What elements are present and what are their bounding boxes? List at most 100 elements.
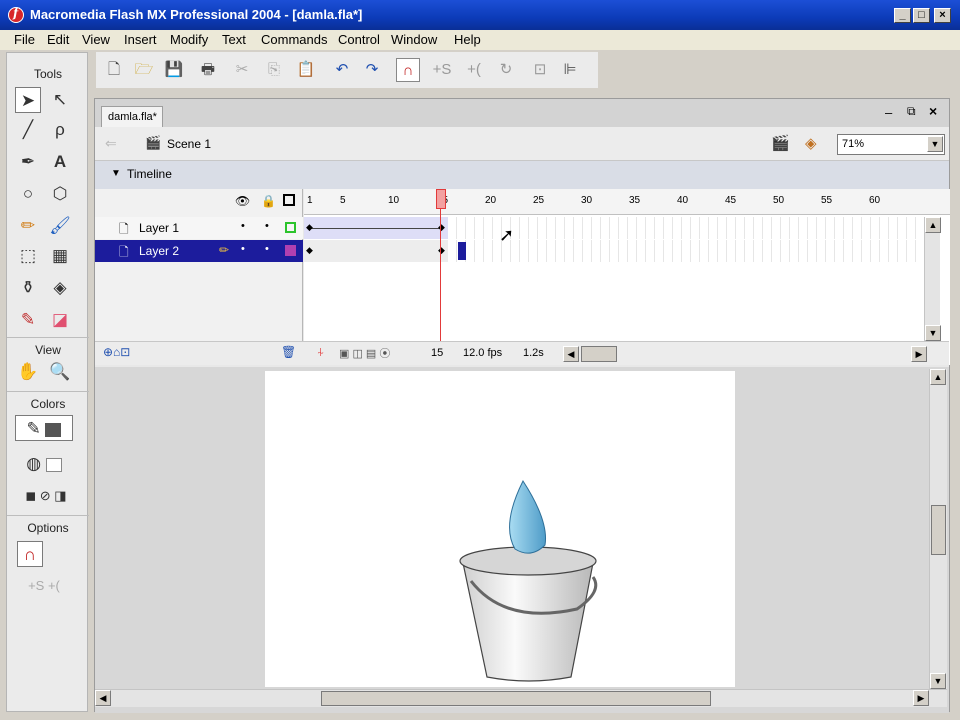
snap-to-objects-icon[interactable]: ∩ [396, 58, 420, 82]
onion-skin-icons[interactable]: ▣ ◫ ▤ ⦿ [339, 345, 390, 361]
menu-insert[interactable]: Insert [124, 32, 157, 47]
close-button[interactable]: × [934, 8, 951, 23]
collapse-triangle-icon[interactable]: ▼ [111, 168, 121, 179]
smooth-icon[interactable]: +S [430, 58, 454, 82]
lock-icon[interactable]: 🔒 [261, 194, 276, 208]
outline-icon[interactable] [283, 194, 295, 206]
playhead-handle[interactable] [436, 189, 446, 209]
brush-tool-icon[interactable]: 🖌 [47, 213, 73, 239]
doc-close-icon[interactable]: × [929, 103, 937, 119]
scene-label[interactable]: Scene 1 [167, 137, 211, 151]
zoom-dropdown-icon[interactable]: ▼ [927, 136, 943, 152]
layer-name[interactable]: Layer 2 [139, 244, 179, 258]
scene-icon: 🎬 [145, 135, 162, 150]
menu-commands[interactable]: Commands [261, 32, 327, 47]
stroke-color-icon[interactable]: ✎ [15, 415, 73, 441]
polystar-tool-icon[interactable]: ⬡ [47, 181, 73, 207]
edit-symbols-icon[interactable]: ◈ [805, 134, 817, 152]
stage-canvas[interactable] [265, 371, 735, 687]
frames-area: 1 5 10 15 20 25 30 35 40 45 50 55 60 ◆ ◆… [304, 189, 950, 365]
redo-icon[interactable]: ↷ [360, 58, 384, 82]
paste-icon[interactable]: 📋 [294, 58, 318, 82]
back-arrow-icon[interactable]: ⇐ [105, 135, 117, 152]
lasso-tool-icon[interactable]: ρ [47, 117, 73, 143]
zoom-tool-icon[interactable]: 🔍 [47, 359, 73, 385]
align-icon[interactable]: ⊫ [558, 58, 582, 82]
v-scroll-thumb[interactable] [931, 505, 946, 555]
layer-name[interactable]: Layer 1 [139, 221, 179, 235]
main-toolbar: 🗋 🗁 💾 🖶 ✂ ⎘ 📋 ↶ ↷ ∩ +S +( ↻ ⊡ ⊫ [96, 52, 598, 88]
timeline-label[interactable]: Timeline [127, 167, 172, 181]
maximize-button[interactable]: □ [913, 8, 930, 23]
menu-file[interactable]: File [14, 32, 35, 47]
layer-row-1[interactable]: 🗋 Layer 1 • • [95, 217, 303, 239]
pen-tool-icon[interactable]: ✒ [15, 149, 41, 175]
scroll-right-icon[interactable]: ▶ [911, 346, 927, 362]
eye-icon[interactable]: 👁 [235, 194, 250, 208]
stage-hscroll[interactable]: ◀ ▶ [95, 689, 947, 707]
subselection-tool-icon[interactable]: ↖ [47, 87, 73, 113]
frame-ruler[interactable]: 1 5 10 15 20 25 30 35 40 45 50 55 60 [304, 189, 950, 215]
fill-transform-tool-icon[interactable]: ▦ [47, 243, 73, 269]
menu-help[interactable]: Help [454, 32, 481, 47]
hand-tool-icon[interactable]: ✋ [15, 359, 41, 385]
menu-window[interactable]: Window [391, 32, 437, 47]
timeline-vscroll[interactable]: ▲ ▼ [924, 217, 941, 341]
line-tool-icon[interactable]: ╱ [15, 117, 41, 143]
open-file-icon[interactable]: 🗁 [132, 58, 156, 82]
pencil-tool-icon[interactable]: ✏ [15, 213, 41, 239]
minimize-button[interactable]: _ [894, 8, 911, 23]
doc-restore-icon[interactable]: ⧉ [907, 104, 916, 119]
color-swap-icon[interactable]: ◼ ⊘ ◨ [15, 483, 77, 509]
arrow-tool-icon[interactable]: ➤ [15, 87, 41, 113]
playhead[interactable] [440, 189, 448, 343]
pencil-edit-icon: ✏ [219, 243, 230, 257]
copy-icon[interactable]: ⎘ [262, 58, 286, 82]
document-tab-bar: damla.fla* – ⧉ × [95, 99, 949, 128]
new-file-icon[interactable]: 🗋 [102, 58, 126, 82]
scroll-left-icon[interactable]: ◀ [563, 346, 579, 362]
free-transform-tool-icon[interactable]: ⬚ [15, 243, 41, 269]
oval-tool-icon[interactable]: ○ [15, 181, 41, 207]
snap-magnet-icon[interactable]: ∩ [17, 541, 43, 567]
frame-row-1[interactable]: ◆ ◆ [304, 217, 924, 239]
colors-label: Colors [30, 397, 66, 411]
menu-view[interactable]: View [82, 32, 110, 47]
menu-modify[interactable]: Modify [170, 32, 208, 47]
delete-layer-icon[interactable]: 🗑 [281, 345, 296, 359]
stage-vscroll[interactable]: ▲ ▼ [929, 369, 947, 689]
eyedropper-tool-icon[interactable]: ✎ [15, 307, 41, 333]
h-scroll-thumb[interactable] [581, 346, 617, 362]
zoom-select[interactable]: 71% ▼ [837, 134, 945, 155]
stage-h-thumb[interactable] [321, 691, 711, 706]
text-tool-icon[interactable]: A [47, 149, 73, 175]
mouse-cursor-icon: ➚ [499, 225, 515, 245]
doc-minimize-icon[interactable]: – [885, 105, 892, 120]
eraser-tool-icon[interactable]: ◪ [47, 307, 73, 333]
undo-icon[interactable]: ↶ [330, 58, 354, 82]
straighten-icon[interactable]: +( [462, 58, 486, 82]
selected-frame[interactable] [458, 242, 466, 260]
timeline-status-bar: ⊕⌂⊡ 🗑 ⍭ ▣ ◫ ▤ ⦿ 15 12.0 fps 1.2s ◀ ▶ [95, 341, 949, 365]
layer-row-2[interactable]: 🗋 Layer 2 ✏ • • [95, 240, 303, 262]
cut-icon[interactable]: ✂ [230, 58, 254, 82]
document-tab[interactable]: damla.fla* [101, 106, 163, 128]
frame-rate: 12.0 fps [463, 347, 503, 359]
fill-color-icon[interactable]: ◍ [15, 451, 73, 477]
ink-bottle-tool-icon[interactable]: ⚱ [15, 275, 41, 301]
layer-outline-color[interactable] [285, 222, 296, 233]
add-layer-icon[interactable]: ⊕⌂⊡ [103, 345, 130, 359]
save-icon[interactable]: 💾 [162, 58, 186, 82]
menu-control[interactable]: Control [338, 32, 380, 47]
rotate-icon[interactable]: ↻ [494, 58, 518, 82]
edit-scene-icon[interactable]: 🎬 [771, 134, 790, 152]
frame-row-2[interactable]: ◆ ◆ [304, 240, 924, 262]
menu-text[interactable]: Text [222, 32, 246, 47]
layer-outline-color[interactable] [285, 245, 296, 256]
scale-icon[interactable]: ⊡ [528, 58, 552, 82]
smooth-straighten-icon[interactable]: +S +( [15, 573, 73, 599]
menu-edit[interactable]: Edit [47, 32, 69, 47]
center-frame-icon[interactable]: ⍭ [317, 345, 324, 360]
print-icon[interactable]: 🖶 [196, 58, 220, 82]
paint-bucket-tool-icon[interactable]: ◈ [47, 275, 73, 301]
